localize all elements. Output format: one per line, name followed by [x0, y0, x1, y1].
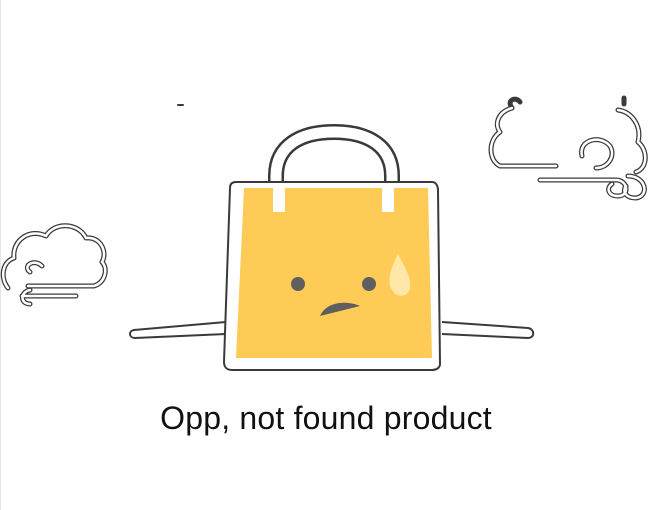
empty-state-illustration [0, 95, 648, 371]
empty-state-text: Opp, not found product [160, 400, 492, 436]
cloud-left-inner [1, 224, 107, 306]
empty-state: Opp, not found product [0, 0, 652, 510]
empty-state-message: Opp, not found product [0, 400, 652, 437]
